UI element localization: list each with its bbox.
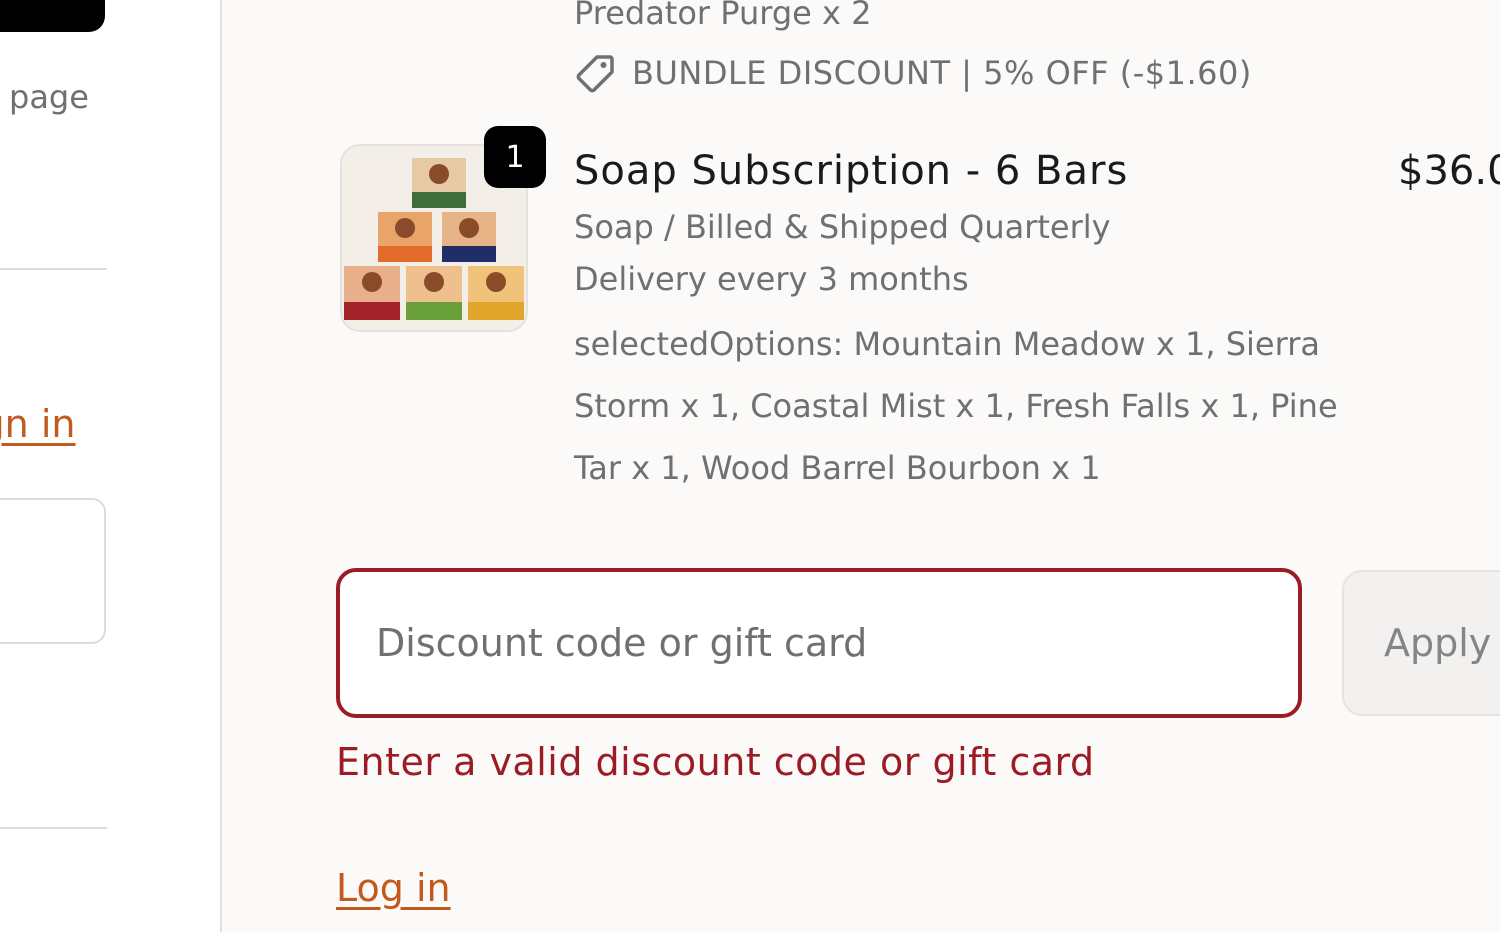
sign-in-link[interactable]: ign in [0,402,75,446]
apply-button[interactable]: Apply [1342,570,1500,716]
order-summary: Predator Purge x 2 BUNDLE DISCOUNT | 5% … [220,0,1500,932]
selected-options: selectedOptions: Mountain Meadow x 1, Si… [574,325,1338,487]
bundle-discount-row: BUNDLE DISCOUNT | 5% OFF (-$1.60) [574,52,1252,94]
left-input-field[interactable] [0,498,106,644]
product-title: Soap Subscription - 6 Bars [574,148,1129,194]
log-in-link[interactable]: Log in [336,866,451,910]
quantity-badge: 1 [484,126,546,188]
bundle-discount-text: BUNDLE DISCOUNT | 5% OFF (-$1.60) [632,54,1252,92]
divider [0,827,107,829]
previous-item-variant: Predator Purge x 2 [574,0,872,32]
product-price: $36.0 [1398,148,1500,194]
tag-icon [576,55,614,93]
checkout-main-column: page ign in [0,0,220,932]
checkout-page: page ign in Predator Purge x 2 BUNDLE DI… [0,0,1500,932]
discount-error-message: Enter a valid discount code or gift card [336,740,1095,784]
discount-code-field[interactable] [336,568,1302,718]
delivery-frequency: Delivery every 3 months [574,260,969,298]
divider [0,268,107,270]
discount-code-input[interactable] [374,620,1298,666]
left-page-text: page [9,78,89,116]
product-variant: Soap / Billed & Shipped Quarterly [574,208,1111,246]
continue-button[interactable] [0,0,105,32]
